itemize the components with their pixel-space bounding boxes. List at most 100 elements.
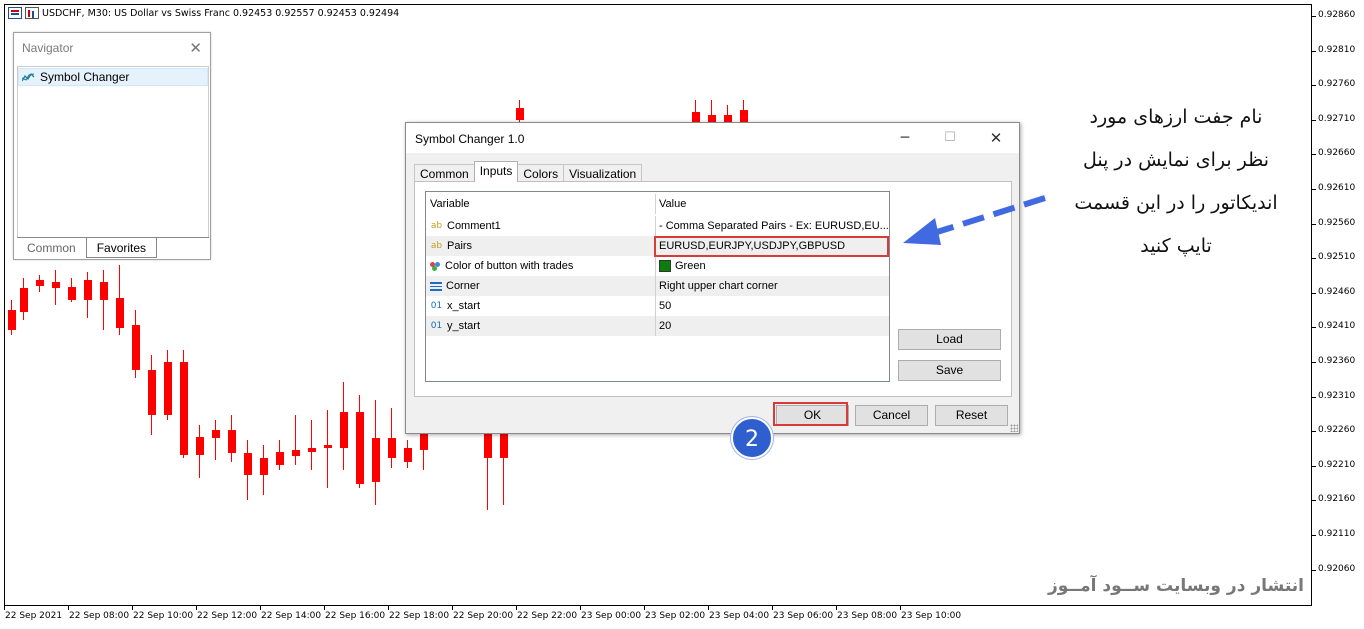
parameters-table: Variable Value ab Comment1 - Comma Separ… — [425, 191, 890, 382]
variable-cell: 01 x_start — [426, 296, 656, 316]
tab-colors[interactable]: Colors — [517, 164, 565, 182]
load-button[interactable]: Load — [898, 329, 1001, 350]
price-tick — [1312, 535, 1316, 536]
table-row[interactable]: ab Comment1 - Comma Separated Pairs - Ex… — [426, 216, 889, 236]
dialog-tabs: Common Inputs Colors Visualization — [414, 161, 643, 182]
price-tick — [1312, 465, 1316, 467]
time-tick — [708, 606, 709, 610]
table-row[interactable]: 01 x_start 50 — [426, 296, 889, 316]
candle-body — [420, 432, 428, 450]
candle-body — [324, 445, 332, 448]
tab-inputs[interactable]: Inputs — [473, 161, 519, 182]
column-header-variable[interactable]: Variable — [426, 194, 656, 214]
indicator-icon — [22, 72, 35, 81]
time-label: 23 Sep 04:00 — [709, 611, 770, 621]
time-tick — [580, 606, 581, 610]
tab-common[interactable]: Common — [17, 238, 86, 258]
color-swatch — [659, 260, 671, 272]
candle-body — [196, 437, 204, 455]
price-label: 0.92810 — [1318, 44, 1356, 55]
value-cell[interactable]: Green — [656, 256, 888, 276]
price-label: 0.92060 — [1318, 563, 1356, 574]
price-tick — [1312, 569, 1316, 571]
string-type-icon: ab — [430, 241, 443, 251]
bar-chart-icon[interactable] — [25, 7, 39, 19]
price-tick — [1312, 85, 1316, 87]
candle-body — [484, 432, 492, 458]
variable-cell: ab Pairs — [426, 236, 656, 256]
close-icon[interactable]: ✕ — [981, 127, 1011, 149]
time-tick — [772, 606, 773, 610]
close-icon[interactable]: ✕ — [189, 39, 202, 57]
value-cell[interactable]: Right upper chart corner — [656, 276, 888, 296]
candle-body — [276, 452, 284, 465]
navigator-item-symbol-changer[interactable]: Symbol Changer — [18, 68, 208, 86]
price-label: 0.92160 — [1318, 494, 1356, 505]
minimize-icon[interactable]: ─ — [890, 127, 920, 149]
candle-body — [148, 370, 156, 415]
candle-body — [500, 432, 508, 458]
price-tick — [1312, 50, 1316, 52]
navigator-window: Navigator ✕ Symbol Changer Common Favori… — [13, 32, 211, 260]
variable-cell: Corner — [426, 276, 656, 296]
annotation-line: اندیکاتور را در این قسمت — [1074, 192, 1278, 214]
chart-symbol-title: USDCHF, M30: US Dollar vs Swiss Franc 0.… — [42, 7, 400, 19]
integer-type-icon: 01 — [430, 321, 443, 331]
price-label: 0.92110 — [1318, 529, 1356, 539]
time-tick — [260, 606, 261, 610]
variable-name: Color of button with trades — [445, 260, 574, 272]
price-tick — [1312, 500, 1316, 502]
annotation-line: نام جفت ارزهای مورد — [1089, 106, 1263, 128]
price-label: 0.92310 — [1318, 390, 1356, 401]
candle-body — [260, 458, 268, 475]
variable-name: Corner — [446, 280, 480, 292]
value-cell[interactable]: 50 — [656, 296, 888, 316]
time-tick — [644, 606, 645, 610]
candle-body — [516, 108, 524, 120]
chart-window-icon[interactable] — [8, 7, 22, 19]
time-tick — [452, 606, 453, 610]
pairs-highlight-box — [654, 236, 889, 257]
time-tick — [324, 606, 325, 610]
tab-visualization[interactable]: Visualization — [563, 164, 643, 182]
table-row[interactable]: 01 y_start 20 — [426, 316, 889, 336]
ok-highlight-box — [773, 402, 848, 426]
candle-body — [52, 282, 60, 288]
price-label: 0.92410 — [1318, 321, 1356, 332]
price-tick — [1312, 362, 1316, 363]
price-label: 0.92360 — [1318, 356, 1356, 366]
table-row[interactable]: Color of button with trades Green — [426, 256, 889, 276]
resize-grip[interactable] — [1010, 424, 1018, 432]
value-cell[interactable]: - Comma Separated Pairs - Ex: EURUSD,EU.… — [656, 216, 888, 236]
annotation-text: نام جفت ارزهای مورد نظر برای نمایش در پن… — [1050, 96, 1302, 268]
price-label: 0.92460 — [1318, 286, 1356, 297]
reset-button[interactable]: Reset — [935, 405, 1008, 426]
variable-cell: Color of button with trades — [426, 256, 656, 276]
candle-body — [212, 430, 220, 438]
time-label: 22 Sep 10:00 — [133, 611, 194, 621]
dialog-titlebar[interactable]: Symbol Changer 1.0 ─ ☐ ✕ — [406, 123, 1019, 153]
tab-common[interactable]: Common — [414, 164, 475, 182]
variable-name: Comment1 — [447, 220, 501, 232]
navigator-item-label: Symbol Changer — [40, 70, 130, 84]
cancel-button[interactable]: Cancel — [855, 405, 928, 426]
table-row[interactable]: Corner Right upper chart corner — [426, 276, 889, 296]
indicator-properties-dialog: Symbol Changer 1.0 ─ ☐ ✕ Common Inputs C… — [405, 122, 1020, 434]
navigator-list: Symbol Changer — [17, 66, 209, 238]
candle-body — [84, 280, 92, 300]
save-button[interactable]: Save — [898, 360, 1001, 381]
column-header-value[interactable]: Value — [656, 194, 888, 214]
table-header: Variable Value — [426, 194, 889, 214]
color-value: Green — [675, 260, 706, 272]
price-tick — [1312, 16, 1316, 17]
time-label: 22 Sep 16:00 — [325, 611, 386, 621]
dialog-title: Symbol Changer 1.0 — [415, 132, 525, 146]
annotation-arrow-icon — [903, 195, 1046, 245]
maximize-icon[interactable]: ☐ — [935, 127, 965, 149]
tab-favorites[interactable]: Favorites — [85, 238, 158, 258]
value-cell[interactable]: 20 — [656, 316, 888, 336]
candle-body — [372, 438, 380, 482]
time-label: 23 Sep 06:00 — [773, 611, 834, 621]
time-tick — [4, 606, 5, 610]
time-tick — [836, 606, 837, 610]
